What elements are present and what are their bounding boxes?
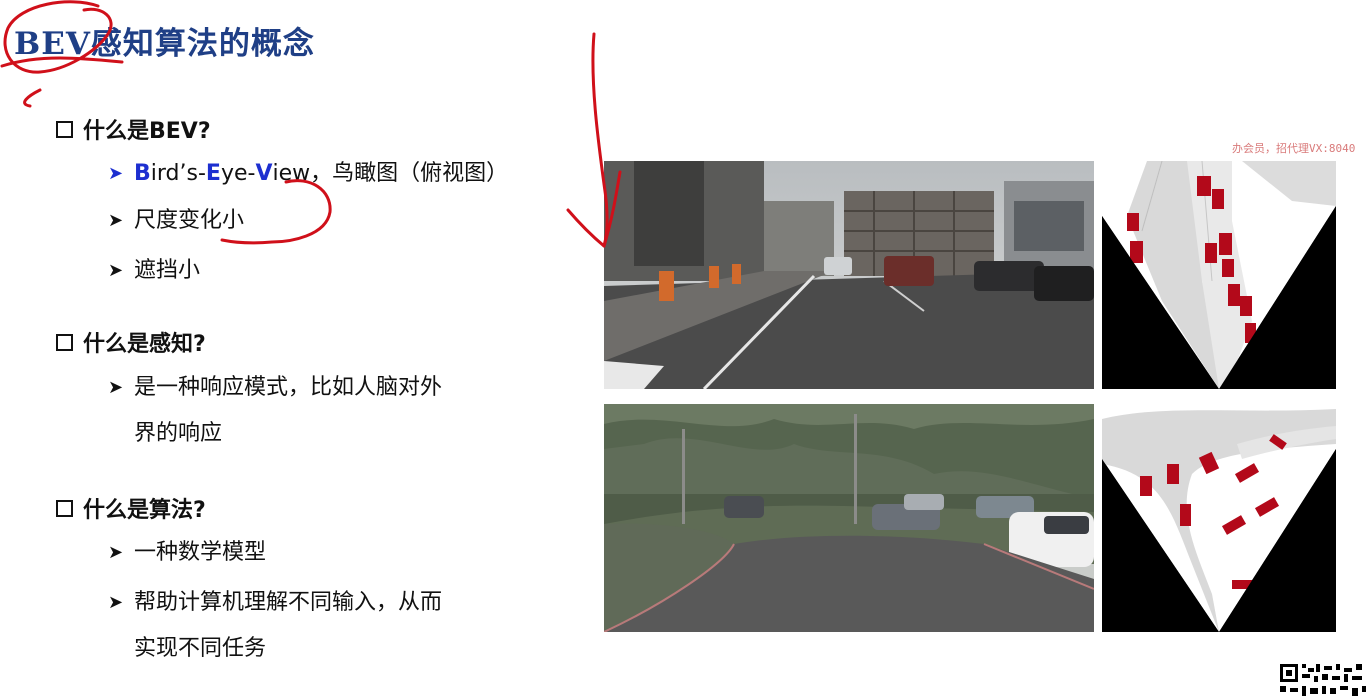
chevron-right-icon: ➤ (108, 260, 124, 281)
square-bullet-icon (56, 120, 73, 138)
list-item-text: Bird’s-Eye-View，鸟瞰图（俯视图） (134, 161, 509, 186)
section-heading-text: 什么是感知? (83, 332, 206, 357)
chevron-right-icon: ➤ (108, 377, 124, 398)
list-item-text-line2: 界的响应 (134, 421, 223, 446)
slide-title: BEV感知算法的概念 (14, 26, 315, 62)
camera-image-parking-lot (604, 404, 1094, 632)
list-item: ➤ Bird’s-Eye-View，鸟瞰图（俯视图） (108, 159, 508, 189)
section-heading-text: 什么是BEV? (83, 119, 211, 144)
list-item: ➤ 是一种响应模式，比如人脑对外 界的响应 (108, 373, 442, 449)
list-item-text: 遮挡小 (134, 258, 201, 283)
list-item-text: 尺度变化小 (134, 208, 245, 233)
bev-map-2 (1102, 404, 1336, 632)
list-item-text-line1: 是一种响应模式，比如人脑对外 (134, 375, 443, 400)
square-bullet-icon (56, 333, 73, 351)
list-item: ➤ 一种数学模型 (108, 538, 266, 568)
qr-code-icon (1278, 660, 1368, 700)
list-item-text-line2: 实现不同任务 (134, 636, 267, 661)
list-item-text-line1: 帮助计算机理解不同输入，从而 (134, 590, 443, 615)
chevron-right-icon: ➤ (108, 592, 124, 613)
list-item: ➤ 尺度变化小 (108, 206, 244, 236)
hook-annotation (23, 88, 42, 108)
watermark-text: 办会员，招代理VX:8040 (1232, 142, 1356, 155)
section-heading-bev: 什么是BEV? (56, 113, 211, 145)
camera-image-city-street (604, 161, 1094, 389)
list-item-text: 一种数学模型 (134, 540, 267, 565)
chevron-right-icon: ➤ (108, 210, 124, 231)
chevron-right-icon: ➤ (108, 163, 124, 184)
chevron-right-icon: ➤ (108, 542, 124, 563)
section-heading-perception: 什么是感知? (56, 326, 206, 358)
section-heading-text: 什么是算法? (83, 498, 206, 523)
section-heading-algorithm: 什么是算法? (56, 492, 206, 524)
square-bullet-icon (56, 499, 73, 517)
list-item: ➤ 帮助计算机理解不同输入，从而 实现不同任务 (108, 588, 442, 664)
list-item: ➤ 遮挡小 (108, 256, 200, 286)
bev-map-1 (1102, 161, 1336, 389)
